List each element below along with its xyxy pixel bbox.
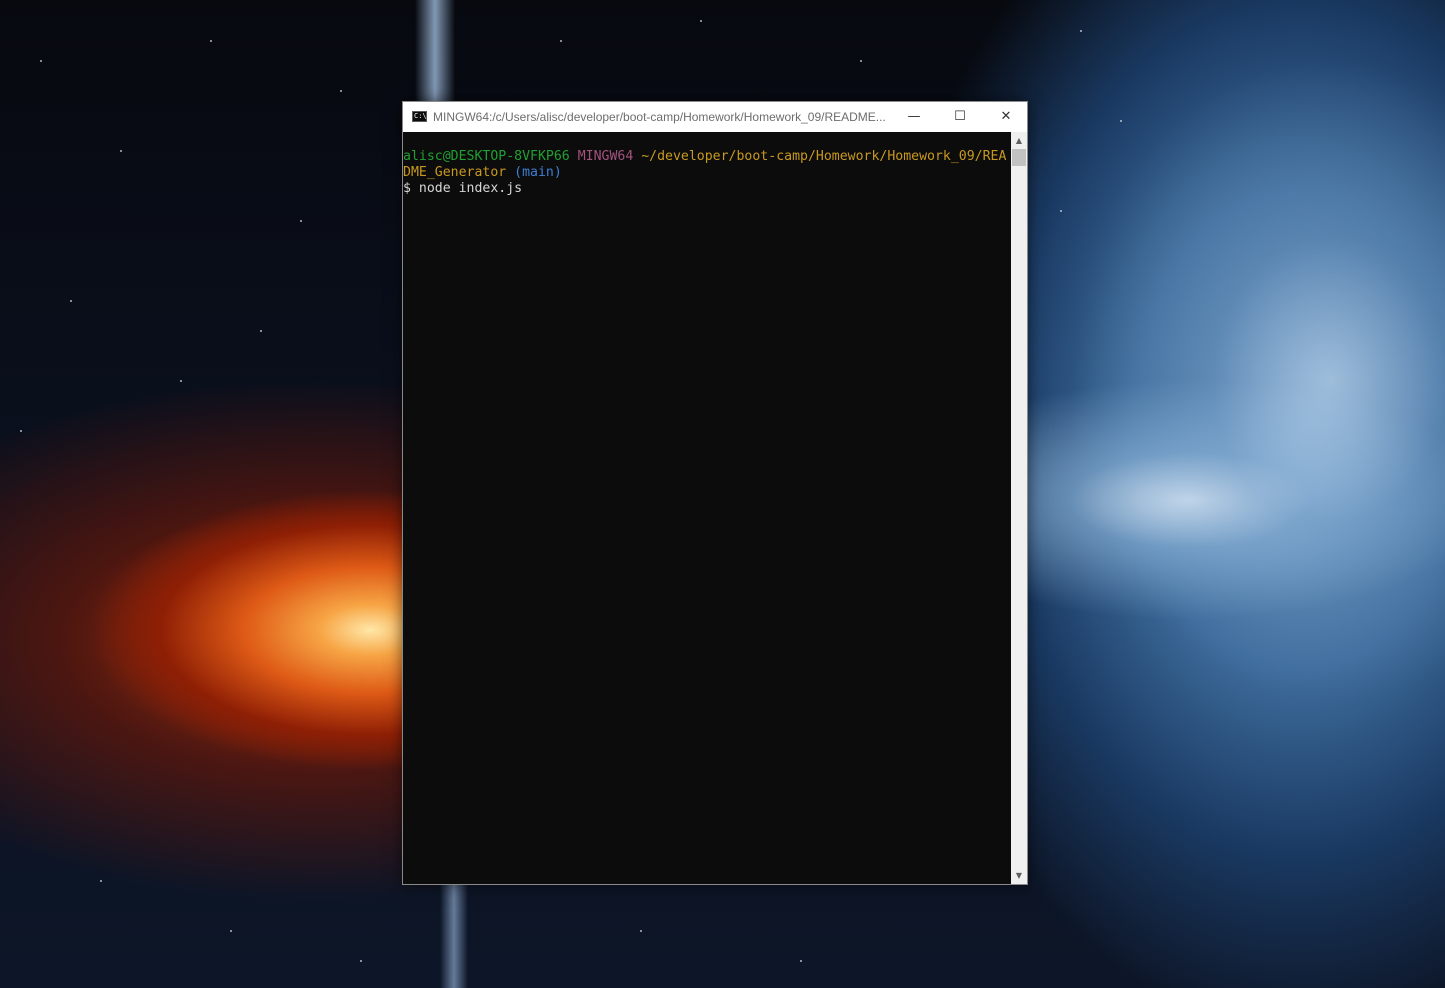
prompt-system: MINGW64: [577, 149, 634, 164]
star: [180, 380, 182, 382]
star: [260, 330, 262, 332]
console-app-icon[interactable]: C:\: [412, 111, 427, 122]
prompt-line-2: DME_Generator (main): [403, 165, 1011, 181]
minimize-button[interactable]: —: [891, 102, 937, 132]
title-bar[interactable]: C:\ MINGW64:/c/Users/alisc/developer/boo…: [403, 102, 1027, 132]
close-button[interactable]: ✕: [983, 102, 1029, 132]
maximize-button[interactable]: ☐: [937, 102, 983, 132]
star: [40, 60, 42, 62]
star: [700, 20, 702, 22]
window-title: MINGW64:/c/Users/alisc/developer/boot-ca…: [433, 110, 886, 124]
command-line: $ node index.js: [403, 181, 523, 196]
prompt-line-1: alisc@DESKTOP-8VFKP66 MINGW64 ~/develope…: [403, 149, 1011, 165]
scrollbar-thumb[interactable]: [1012, 149, 1026, 166]
star: [800, 960, 802, 962]
star: [1080, 30, 1082, 32]
star: [1120, 120, 1122, 122]
star: [100, 880, 102, 882]
star: [340, 90, 342, 92]
scroll-down-arrow-icon[interactable]: ▼: [1011, 867, 1027, 884]
star: [1060, 210, 1062, 212]
star: [860, 60, 862, 62]
star: [120, 150, 122, 152]
terminal-window[interactable]: C:\ MINGW64:/c/Users/alisc/developer/boo…: [402, 101, 1028, 885]
terminal-console[interactable]: alisc@DESKTOP-8VFKP66 MINGW64 ~/develope…: [403, 132, 1011, 884]
star: [300, 220, 302, 222]
scroll-up-arrow-icon[interactable]: ▲: [1011, 132, 1027, 149]
prompt-path-part1: ~/developer/boot-camp/Homework/Homework_…: [641, 149, 1007, 164]
star: [70, 300, 72, 302]
star: [560, 40, 562, 42]
prompt-path-part2: DME_Generator: [403, 165, 507, 180]
star: [210, 40, 212, 42]
prompt-branch: (main): [514, 165, 562, 180]
vertical-scrollbar[interactable]: ▲ ▼: [1011, 132, 1027, 884]
wallpaper-jet-bottom: [440, 884, 468, 988]
star: [360, 960, 362, 962]
star: [20, 430, 22, 432]
console-app-icon-text: C:\: [414, 112, 427, 120]
star: [230, 930, 232, 932]
wallpaper-jet-top: [415, 0, 455, 110]
star: [640, 930, 642, 932]
prompt-user-host: alisc@DESKTOP-8VFKP66: [403, 149, 570, 164]
